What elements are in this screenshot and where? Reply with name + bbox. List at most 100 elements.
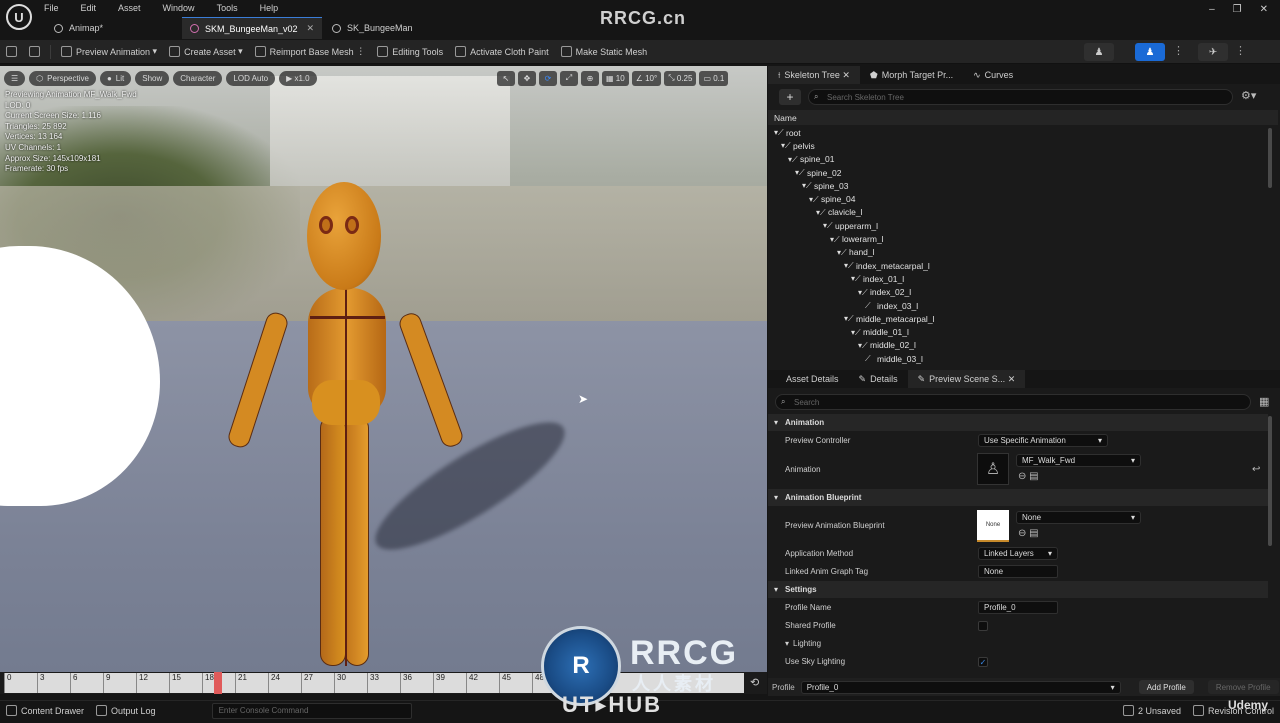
tree-node-index-01-l[interactable]: ▾⟋ index_01_l	[768, 272, 1268, 285]
add-bone-button[interactable]: +	[779, 89, 801, 105]
use-selected-bp-icon[interactable]: ⊖ ▤	[1018, 528, 1039, 539]
show-button[interactable]: Show	[135, 70, 170, 86]
tab-asset-details[interactable]: Asset Details	[768, 370, 849, 388]
character-button[interactable]: Character	[173, 70, 223, 86]
tree-node-spine-04[interactable]: ▾⟋ spine_04	[768, 192, 1268, 205]
select-tool-icon[interactable]: ↖	[497, 70, 515, 86]
tree-node-spine-01[interactable]: ▾⟋ spine_01	[768, 153, 1268, 166]
tree-node-middle-03-l[interactable]: ⟋ middle_03_l	[768, 352, 1268, 364]
create-asset-button[interactable]: Create Asset ▾	[163, 40, 249, 64]
tree-node-hand-l[interactable]: ▾⟋ hand_l	[768, 246, 1268, 259]
more-options-icon[interactable]: ⋮	[1173, 44, 1184, 57]
tree-node-clavicle-l[interactable]: ▾⟋ clavicle_l	[768, 206, 1268, 219]
category-animation[interactable]: ▾ Animation	[768, 414, 1268, 431]
translate-tool-icon[interactable]: ✥	[518, 70, 536, 86]
category-settings[interactable]: ▾ Settings	[768, 581, 1268, 598]
tree-node-index-03-l[interactable]: ⟋ index_03_l	[768, 299, 1268, 312]
browse-button[interactable]	[23, 40, 46, 64]
tree-node-lowerarm-l[interactable]: ▾⟋ lowerarm_l	[768, 232, 1268, 245]
remove-profile-button[interactable]: Remove Profile	[1207, 680, 1279, 694]
viewport-menu-button[interactable]: ☰	[4, 70, 26, 86]
graph-tag-input[interactable]: None	[978, 565, 1058, 578]
tab-morph-target[interactable]: ⬟ Morph Target Pr...	[860, 66, 963, 84]
menu-window[interactable]: Window	[163, 3, 195, 13]
grid-snap-button[interactable]: ▦ 10	[602, 70, 629, 86]
maximize-icon[interactable]: ❐	[1233, 4, 1242, 15]
sky-lighting-checkbox[interactable]: ✓	[978, 657, 988, 667]
tree-node-upperarm-l[interactable]: ▾⟋ upperarm_l	[768, 219, 1268, 232]
tree-node-root[interactable]: ▾⟋ root	[768, 126, 1268, 139]
tree-node-index-metacarpal-l[interactable]: ▾⟋ index_metacarpal_l	[768, 259, 1268, 272]
close-tab-icon[interactable]: ✕	[1008, 374, 1016, 385]
skeleton-mode-button[interactable]: ♟	[1084, 43, 1114, 61]
unreal-logo-icon[interactable]: U	[6, 4, 32, 30]
menu-help[interactable]: Help	[260, 3, 279, 13]
lod-button[interactable]: LOD Auto	[226, 70, 276, 86]
angle-snap-button[interactable]: ∠ 10°	[631, 70, 662, 86]
minimize-icon[interactable]: –	[1209, 4, 1215, 15]
tree-node-middle-01-l[interactable]: ▾⟋ middle_01_l	[768, 325, 1268, 338]
tab-skeleton-tree[interactable]: ⟊ Skeleton Tree ✕	[768, 66, 860, 84]
perspective-button[interactable]: ⬡ Perspective	[29, 70, 96, 86]
console-input[interactable]: Enter Console Command	[211, 702, 412, 719]
timeline-playhead[interactable]	[214, 672, 222, 694]
category-animation-blueprint[interactable]: ▾ Animation Blueprint	[768, 489, 1268, 506]
close-tab-icon[interactable]: ✕	[306, 23, 314, 34]
profile-dropdown[interactable]: Profile_0 ▾	[800, 680, 1121, 694]
tree-node-pelvis[interactable]: ▾⟋ pelvis	[768, 139, 1268, 152]
menu-tools[interactable]: Tools	[217, 3, 238, 13]
menu-file[interactable]: File	[44, 3, 59, 13]
tree-node-middle-metacarpal-l[interactable]: ▾⟋ middle_metacarpal_l	[768, 312, 1268, 325]
tab-skm-bungeeman[interactable]: SKM_BungeeMan_v02 ✕	[182, 17, 322, 39]
rotate-tool-icon[interactable]: ⟳	[539, 70, 557, 86]
reimport-button[interactable]: Reimport Base Mesh ⋮	[249, 40, 372, 64]
mesh-mode-button[interactable]: ♟	[1135, 43, 1165, 61]
preview-bp-dropdown[interactable]: None ▾	[1016, 511, 1141, 524]
tab-details[interactable]: ✎ Details	[849, 370, 908, 388]
reset-arrow-icon[interactable]: ↩	[1252, 464, 1260, 475]
more-options-icon-2[interactable]: ⋮	[1235, 44, 1246, 57]
add-profile-button[interactable]: Add Profile	[1138, 680, 1194, 694]
details-scrollbar[interactable]	[1268, 416, 1272, 546]
lighting-subcategory[interactable]: ▾ Lighting	[776, 639, 821, 648]
scale-snap-button[interactable]: ⤡ 0.25	[664, 70, 697, 86]
menu-edit[interactable]: Edit	[81, 3, 97, 13]
tree-scrollbar[interactable]	[1268, 128, 1272, 188]
preview-animation-button[interactable]: Preview Animation ▾	[55, 40, 163, 64]
camera-speed-button[interactable]: ▭ 0.1	[699, 70, 729, 86]
make-static-mesh-button[interactable]: Make Static Mesh	[555, 40, 654, 64]
menu-asset[interactable]: Asset	[118, 3, 141, 13]
preview-controller-dropdown[interactable]: Use Specific Animation ▾	[978, 434, 1108, 447]
application-method-dropdown[interactable]: Linked Layers ▾	[978, 547, 1058, 560]
unsaved-button[interactable]: 2 Unsaved	[1117, 699, 1187, 723]
settings-gear-icon[interactable]: ⚙▾	[1241, 89, 1256, 102]
content-drawer-button[interactable]: Content Drawer	[0, 699, 90, 723]
output-log-button[interactable]: Output Log	[90, 699, 162, 723]
grid-view-icon[interactable]: ▦	[1259, 395, 1269, 408]
tree-node-index-02-l[interactable]: ▾⟋ index_02_l	[768, 286, 1268, 299]
lit-button[interactable]: ● Lit	[99, 70, 132, 86]
save-button[interactable]	[0, 40, 23, 64]
shared-profile-checkbox[interactable]	[978, 621, 988, 631]
tab-curves[interactable]: ∿ Curves	[963, 66, 1023, 84]
close-icon[interactable]: ✕	[1260, 4, 1268, 15]
tab-animap[interactable]: Animap*	[46, 17, 181, 39]
tree-node-spine-03[interactable]: ▾⟋ spine_03	[768, 179, 1268, 192]
tab-preview-scene-settings[interactable]: ✎ Preview Scene S... ✕	[907, 370, 1026, 388]
use-selected-icon[interactable]: ⊖ ▤	[1018, 471, 1039, 482]
scale-tool-icon[interactable]: ⤢	[560, 70, 578, 86]
animation-mode-button[interactable]: ✈	[1198, 43, 1228, 61]
editing-tools-button[interactable]: Editing Tools	[371, 40, 449, 64]
world-local-icon[interactable]: ⊕	[581, 70, 599, 86]
tree-node-middle-02-l[interactable]: ▾⟋ middle_02_l	[768, 339, 1268, 352]
details-search-input[interactable]: ⌕ Search	[775, 394, 1251, 410]
skeleton-search-input[interactable]: ⌕ Search Skeleton Tree	[808, 89, 1233, 105]
activate-cloth-button[interactable]: Activate Cloth Paint	[449, 40, 555, 64]
tab-sk-bungeeman[interactable]: SK_BungeeMan	[324, 17, 434, 39]
close-tab-icon[interactable]: ✕	[842, 70, 850, 81]
loop-icon[interactable]: ⟲	[750, 676, 759, 689]
tree-node-spine-02[interactable]: ▾⟋ spine_02	[768, 166, 1268, 179]
profile-name-input[interactable]: Profile_0	[978, 601, 1058, 614]
animation-asset-dropdown[interactable]: MF_Walk_Fwd ▾	[1016, 454, 1141, 467]
playback-speed-button[interactable]: ▶ x1.0	[279, 70, 317, 86]
